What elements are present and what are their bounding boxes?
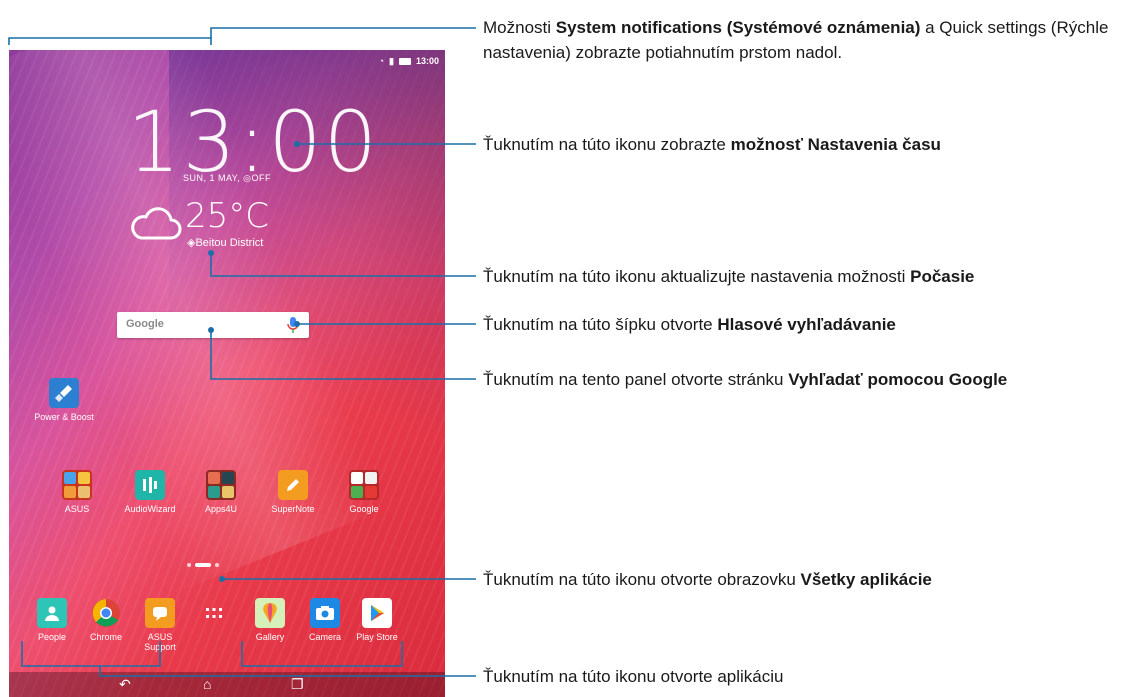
callout-weather: Ťuknutím na túto ikonu aktualizujte nast… [483, 267, 975, 286]
callout-notifications: Možnosti System notifications (Systémové… [483, 18, 1109, 62]
callout-google-search: Ťuknutím na tento panel otvorte stránku … [483, 370, 1008, 389]
callout-time-settings: Ťuknutím na túto ikonu zobrazte možnosť … [483, 135, 941, 154]
callout-voice-search: Ťuknutím na túto šípku otvorte Hlasové v… [483, 315, 896, 334]
callout-lines [8, 27, 476, 677]
callout-all-apps: Ťuknutím na túto ikonu otvorte obrazovku… [483, 570, 932, 589]
callout-open-app: Ťuknutím na túto ikonu otvorte aplikáciu [483, 667, 784, 686]
